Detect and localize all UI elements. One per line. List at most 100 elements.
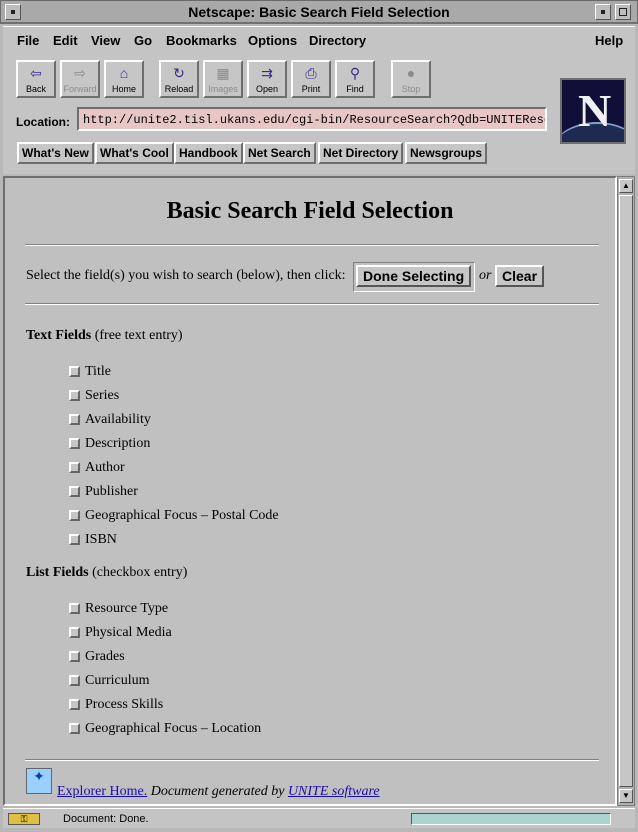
field-label: Title xyxy=(85,364,111,379)
menu-view[interactable]: View xyxy=(91,33,120,48)
list-fields-note: (checkbox entry) xyxy=(92,565,188,580)
forward-label: Forward xyxy=(63,84,97,94)
scroll-thumb[interactable] xyxy=(619,195,633,787)
print-icon: ⎙ xyxy=(305,65,317,81)
whats-new-button[interactable]: What's New xyxy=(17,142,94,164)
footer: Explorer Home. Document generated by UNI… xyxy=(57,784,380,800)
menu-directory[interactable]: Directory xyxy=(309,33,366,48)
checkbox[interactable] xyxy=(69,699,80,710)
stop-icon: ● xyxy=(406,65,416,81)
netscape-logo[interactable]: N xyxy=(560,78,626,144)
field-label: Resource Type xyxy=(85,601,169,616)
progress-bar xyxy=(411,813,611,825)
print-button[interactable]: ⎙ Print xyxy=(291,60,331,98)
checkbox[interactable] xyxy=(69,723,80,734)
checkbox[interactable] xyxy=(69,486,80,497)
home-label: Home xyxy=(111,84,136,94)
forward-button[interactable]: ⇨ Forward xyxy=(60,60,100,98)
stop-button[interactable]: ● Stop xyxy=(391,60,431,98)
back-label: Back xyxy=(25,84,46,94)
checkbox[interactable] xyxy=(69,651,80,662)
field-label: Physical Media xyxy=(85,625,172,640)
divider xyxy=(25,303,599,305)
images-label: Images xyxy=(208,84,238,94)
divider xyxy=(25,759,599,761)
maximize-button[interactable] xyxy=(615,4,631,20)
location-label: Location: xyxy=(16,115,70,129)
list-fields-heading: List Fields (checkbox entry) xyxy=(26,565,187,581)
field-label: Description xyxy=(85,436,151,451)
field-label: Series xyxy=(85,388,120,403)
checkbox[interactable] xyxy=(69,534,80,545)
back-button[interactable]: ⇦ Back xyxy=(16,60,56,98)
window-title: Netscape: Basic Search Field Selection xyxy=(188,4,450,20)
field-label: Process Skills xyxy=(85,697,164,712)
menu-file[interactable]: File xyxy=(17,33,39,48)
find-label: Find xyxy=(346,84,364,94)
open-icon: ⇉ xyxy=(261,65,273,81)
status-text: Document: Done. xyxy=(63,813,149,825)
reload-button[interactable]: ↻ Reload xyxy=(159,60,199,98)
field-label: Availability xyxy=(85,412,151,427)
field-label: Geographical Focus – Postal Code xyxy=(85,508,279,523)
netscape-n-icon: N xyxy=(578,85,612,136)
scroll-down-arrow-icon[interactable]: ▼ xyxy=(619,789,633,803)
checkbox[interactable] xyxy=(69,390,80,401)
field-label: Geographical Focus – Location xyxy=(85,721,262,736)
reload-icon: ↻ xyxy=(173,65,185,81)
checkbox[interactable] xyxy=(69,510,80,521)
reload-label: Reload xyxy=(164,84,194,94)
unite-software-link[interactable]: UNITE software xyxy=(288,784,380,799)
text-fields-note: (free text entry) xyxy=(94,328,183,343)
find-button[interactable]: ⚲ Find xyxy=(335,60,375,98)
newsgroups-button[interactable]: Newsgroups xyxy=(405,142,488,164)
checkbox[interactable] xyxy=(69,366,80,377)
find-icon: ⚲ xyxy=(349,65,361,81)
generated-by-text: Document generated by xyxy=(150,784,285,799)
explorer-home-link[interactable]: Explorer Home. xyxy=(57,784,147,799)
whats-cool-button[interactable]: What's Cool xyxy=(95,142,174,164)
back-arrow-icon: ⇦ xyxy=(30,65,42,81)
minimize-button[interactable] xyxy=(595,4,611,20)
title-bar: Netscape: Basic Search Field Selection xyxy=(0,0,638,24)
checkbox[interactable] xyxy=(69,438,80,449)
field-label: Grades xyxy=(85,649,125,664)
handbook-button[interactable]: Handbook xyxy=(174,142,243,164)
menu-go[interactable]: Go xyxy=(134,33,152,48)
or-text: or xyxy=(479,268,492,283)
explorer-home-icon[interactable]: ✦ xyxy=(26,768,52,794)
text-fields-title: Text Fields xyxy=(26,328,92,343)
checkbox[interactable] xyxy=(69,603,80,614)
images-icon: ▦ xyxy=(216,65,230,81)
vertical-scrollbar[interactable]: ▲ ▼ xyxy=(617,176,635,806)
page-content: Basic Search Field Selection Select the … xyxy=(3,176,617,806)
instruction-text: Select the field(s) you wish to search (… xyxy=(26,268,346,283)
menu-edit[interactable]: Edit xyxy=(53,33,78,48)
open-button[interactable]: ⇉ Open xyxy=(247,60,287,98)
menu-options[interactable]: Options xyxy=(248,33,297,48)
security-key-icon[interactable]: ⚿ xyxy=(8,813,40,825)
scroll-up-arrow-icon[interactable]: ▲ xyxy=(619,179,633,193)
open-label: Open xyxy=(255,84,279,94)
checkbox[interactable] xyxy=(69,462,80,473)
divider xyxy=(25,244,599,246)
checkbox[interactable] xyxy=(69,414,80,425)
net-directory-button[interactable]: Net Directory xyxy=(318,142,404,164)
menu-bookmarks[interactable]: Bookmarks xyxy=(166,33,237,48)
net-search-button[interactable]: Net Search xyxy=(243,142,316,164)
page-title: Basic Search Field Selection xyxy=(166,198,454,224)
location-input[interactable]: http://unite2.tisl.ukans.edu/cgi-bin/Res… xyxy=(77,107,547,131)
text-fields-heading: Text Fields (free text entry) xyxy=(26,328,183,344)
menu-bar: File Edit View Go Bookmarks Options Dire… xyxy=(3,26,635,54)
done-selecting-button[interactable]: Done Selecting xyxy=(356,265,472,287)
home-icon: ⌂ xyxy=(119,65,129,81)
field-label: Publisher xyxy=(85,484,138,499)
forward-arrow-icon: ⇨ xyxy=(74,65,86,81)
images-button[interactable]: ▦ Images xyxy=(203,60,243,98)
menu-help[interactable]: Help xyxy=(595,33,623,48)
field-label: ISBN xyxy=(85,532,117,547)
checkbox[interactable] xyxy=(69,627,80,638)
checkbox[interactable] xyxy=(69,675,80,686)
clear-button[interactable]: Clear xyxy=(495,265,545,287)
home-button[interactable]: ⌂ Home xyxy=(104,60,144,98)
